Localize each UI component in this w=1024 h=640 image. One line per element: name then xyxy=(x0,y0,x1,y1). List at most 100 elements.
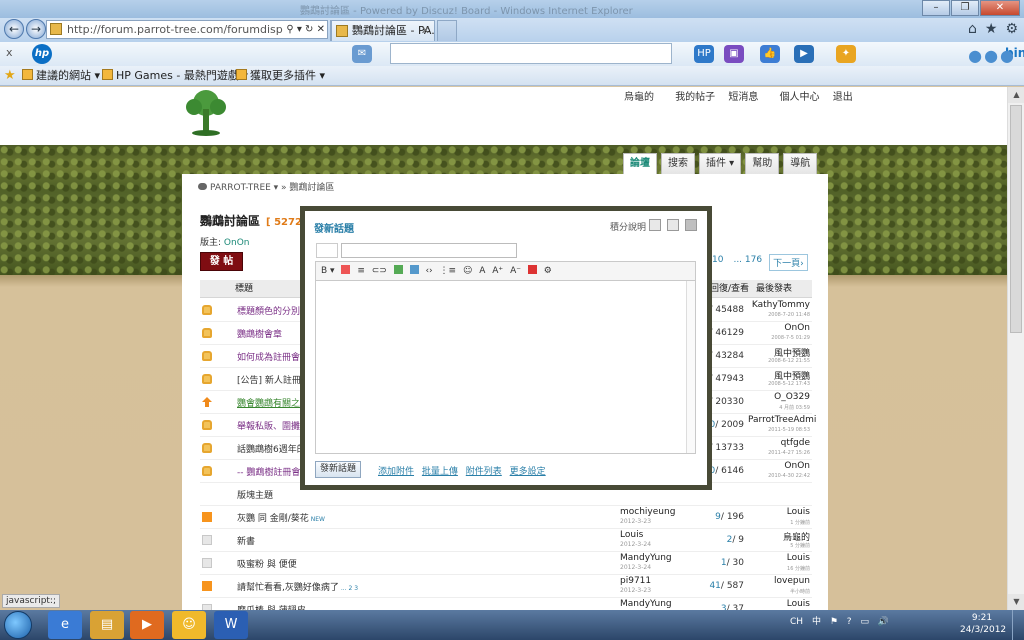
favorite-item-hp-games[interactable]: HP Games - 最熱門遊戲 ▾ xyxy=(102,67,248,85)
thread-title-link[interactable]: 標題顏色的分別 xyxy=(237,304,300,317)
dialog-minimize-icon[interactable] xyxy=(649,219,661,231)
minimize-button[interactable]: – xyxy=(922,0,950,16)
games-icon[interactable]: ✦ xyxy=(836,45,856,63)
thread-title-link[interactable]: 鸚會鸚鵡有關之書 xyxy=(237,396,309,409)
dialog-maximize-icon[interactable] xyxy=(667,219,679,231)
start-button[interactable] xyxy=(4,611,32,639)
next-page-button[interactable]: 下一頁› xyxy=(769,254,808,271)
address-controls[interactable]: ⚲ ▾ ↻ ✕ xyxy=(283,21,325,38)
language-indicator[interactable]: CH xyxy=(790,617,803,627)
last-poster-link[interactable]: ParrotTreeAdmi xyxy=(748,415,816,425)
last-poster-link[interactable]: Louis xyxy=(748,507,810,517)
tab-help[interactable]: 幫助 xyxy=(745,153,780,175)
hp-toolbar-close-icon[interactable]: x xyxy=(6,46,13,59)
new-tab-button[interactable] xyxy=(437,20,457,41)
page-last-link[interactable]: ... 176 xyxy=(730,254,765,271)
font-button[interactable]: A xyxy=(479,262,485,280)
word-icon[interactable]: W xyxy=(214,611,248,639)
like-icon[interactable]: 👍 xyxy=(760,45,780,63)
credits-help-link[interactable]: 積分說明 xyxy=(610,220,646,233)
author-link[interactable]: Louis xyxy=(620,530,643,540)
show-desktop-button[interactable] xyxy=(1012,610,1024,640)
last-poster-link[interactable]: KathyTommy xyxy=(748,300,810,310)
breadcrumb[interactable]: PARROT-TREE ▾ » 鸚鵡討論區 xyxy=(198,180,334,193)
code-button[interactable]: ‹› xyxy=(425,262,432,280)
author-link[interactable]: mochiyeung xyxy=(620,507,675,517)
volume-icon[interactable]: 🔊 xyxy=(878,617,889,627)
last-poster-link[interactable]: lovepun xyxy=(748,576,810,586)
thread-title-link[interactable]: 舉報私販、圍攤等 xyxy=(237,419,309,432)
bold-button[interactable]: B ▾ xyxy=(321,262,335,280)
tab-plugins[interactable]: 插件 ▾ xyxy=(699,153,742,175)
clock[interactable]: 9:21 24/3/2012 xyxy=(960,612,1006,636)
media-player-icon[interactable]: ▶ xyxy=(130,611,164,639)
help-icon[interactable]: ? xyxy=(847,617,852,627)
flag-icon[interactable]: ⚑ xyxy=(830,617,838,627)
scroll-up-icon[interactable]: ▲ xyxy=(1008,87,1024,103)
thread-title-link[interactable]: 灰鸚 同 金剛/葵花 NEW xyxy=(237,511,325,524)
font-bigger-button[interactable]: A⁺ xyxy=(492,262,503,280)
back-button[interactable]: ← xyxy=(4,19,24,39)
restore-button[interactable]: ❐ xyxy=(951,0,979,16)
smiley-button[interactable]: ☺ xyxy=(463,262,472,280)
tab-close-icon[interactable]: ✕ xyxy=(421,21,430,40)
my-posts-link[interactable]: 我的帖子 xyxy=(675,92,715,103)
last-poster-link[interactable]: OnOn xyxy=(748,323,810,333)
last-poster-link[interactable]: qtfgde xyxy=(748,438,810,448)
last-poster-link[interactable]: Louis xyxy=(748,553,810,563)
forward-button[interactable]: → xyxy=(26,19,46,39)
thread-title-link[interactable]: 新書 xyxy=(237,534,255,547)
favorite-item-addons[interactable]: 獲取更多插件 ▾ xyxy=(236,67,325,85)
video-icon[interactable]: ▶ xyxy=(794,45,814,63)
thread-title-link[interactable]: 鸚鵡樹會章 xyxy=(237,327,282,340)
hp-search-input[interactable]: bing ⚲ xyxy=(390,43,1024,64)
last-poster-link[interactable]: O_O329 xyxy=(748,392,810,402)
more-settings-link[interactable]: 更多設定 xyxy=(510,467,546,477)
favorites-star-icon[interactable]: ★ xyxy=(985,21,998,37)
thread-title-link[interactable]: 請幫忙看看,灰鸚好像病了... 2 3 xyxy=(237,580,358,593)
scroll-down-icon[interactable]: ▼ xyxy=(1008,594,1024,610)
thread-title-link[interactable]: 吸蜜粉 與 便便 xyxy=(237,557,297,570)
address-bar[interactable]: http://forum.parrot-tree.com/forumdispla… xyxy=(46,20,328,39)
link-button[interactable]: ⊂⊃ xyxy=(372,262,387,280)
mail-icon[interactable]: ✉ xyxy=(352,45,372,63)
thread-badge[interactable]: ... 2 3 xyxy=(341,585,358,592)
thread-title-link[interactable]: 磨爪棒 與 蒲翅皮 xyxy=(237,603,306,610)
author-link[interactable]: MandyYung xyxy=(620,553,672,563)
quote-icon[interactable] xyxy=(409,265,419,274)
add-attachment-link[interactable]: 添加附件 xyxy=(378,467,414,477)
messenger-icon[interactable]: ☺ xyxy=(172,611,206,639)
thread-title-link[interactable]: 如何成為註冊會員 xyxy=(237,350,309,363)
font-color-icon[interactable] xyxy=(341,265,351,274)
tools-button[interactable]: ⚙ xyxy=(544,262,552,280)
messages-link[interactable]: 短消息 xyxy=(728,92,758,103)
align-button[interactable]: ≡ xyxy=(357,262,365,280)
ie-icon[interactable]: e xyxy=(48,611,82,639)
hp-app-icon[interactable]: HP xyxy=(694,45,714,63)
ime-indicator[interactable]: 中 xyxy=(812,617,821,627)
bulk-upload-link[interactable]: 批量上傳 xyxy=(422,467,458,477)
subject-input[interactable] xyxy=(341,243,517,258)
editor-scrollbar[interactable] xyxy=(686,281,695,453)
dialog-close-icon[interactable] xyxy=(685,219,697,231)
image-icon[interactable] xyxy=(393,265,403,274)
user-center-link[interactable]: 個人中心 xyxy=(780,92,820,103)
page-scrollbar[interactable]: ▲ ▼ xyxy=(1007,87,1024,610)
username-link[interactable]: 烏龜的 xyxy=(624,92,654,103)
thread-title-link[interactable]: -- 鸚鵡樹註冊會員 xyxy=(237,465,309,478)
favorite-item-suggested[interactable]: 建議的網站 ▾ xyxy=(22,67,100,85)
submit-topic-button[interactable]: 發新話題 xyxy=(315,461,361,478)
photo-icon[interactable]: ▣ xyxy=(724,45,744,63)
thread-title-link[interactable]: [公告] 新人註冊, xyxy=(237,373,304,386)
tab-forum[interactable]: 鸚鵡討論區 - PA... ✕ xyxy=(331,20,435,41)
tab-search[interactable]: 搜索 xyxy=(661,153,695,175)
logout-link[interactable]: 退出 xyxy=(833,92,853,103)
thread-title-link[interactable]: 話鸚鵡樹6週年的 xyxy=(237,442,306,455)
close-window-button[interactable]: ✕ xyxy=(980,0,1020,16)
author-link[interactable]: pi9711 xyxy=(620,576,651,586)
moderator-link[interactable]: OnOn xyxy=(224,238,250,248)
network-icon[interactable]: ▭ xyxy=(860,617,869,627)
message-editor[interactable] xyxy=(315,280,696,454)
thread-badge[interactable]: NEW xyxy=(311,516,325,523)
settings-gear-icon[interactable]: ⚙ xyxy=(1005,21,1018,37)
